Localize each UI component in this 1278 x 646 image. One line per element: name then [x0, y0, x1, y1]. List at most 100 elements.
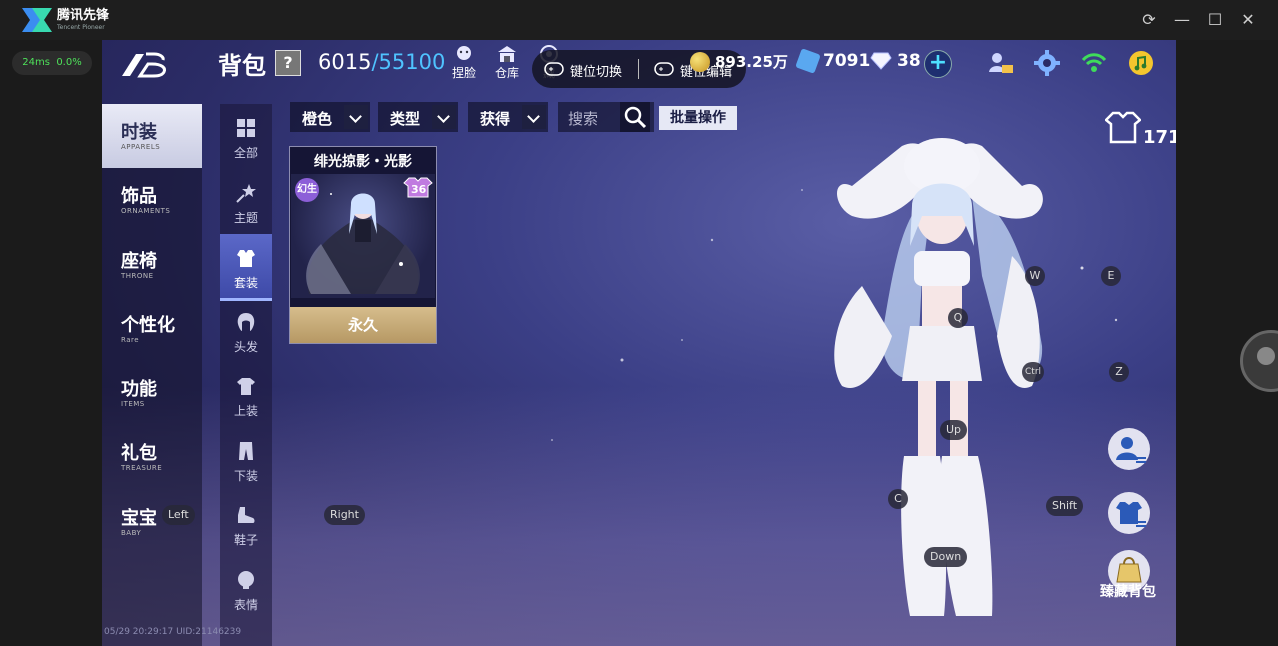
emulator-logo-icon	[22, 8, 52, 32]
color-filter-label: 橙色	[302, 110, 333, 128]
music-icon[interactable]	[1128, 50, 1154, 76]
gold-coin-icon	[690, 51, 710, 72]
emulator-subtitle: Tencent Pioneer	[57, 24, 105, 31]
item-level: 36	[411, 183, 427, 196]
keymap-divider	[638, 59, 639, 79]
wifi-icon	[1081, 53, 1107, 72]
subcategory-expression[interactable]: 表情	[220, 556, 272, 620]
face-edit-button[interactable]: 捏脸	[448, 44, 480, 81]
key-hint-w: W	[1025, 266, 1045, 286]
category-menu: 时装 APPARELS 饰品 ORNAMENTS 座椅 THRONE 个性化 R…	[102, 104, 202, 646]
subcategory-outfit-label: 套装	[233, 276, 258, 290]
minimize-icon[interactable]: —	[1172, 10, 1192, 30]
search-icon[interactable]	[620, 102, 650, 132]
network-ping-badge: 24ms 0.0%	[12, 51, 92, 75]
bag-capacity: 6015/55100	[318, 50, 445, 74]
category-items-en: ITEMS	[121, 400, 145, 408]
item-card[interactable]: 绯光掠影・光影 幻生 36 永久	[289, 146, 437, 344]
subcategory-bottom[interactable]: 下装	[220, 427, 272, 491]
key-hint-right: Right	[324, 505, 365, 525]
game-logo-icon	[122, 52, 166, 78]
swap-character-button[interactable]	[1108, 428, 1150, 470]
crystal-icon	[795, 48, 821, 74]
subcategory-menu: 全部 主题 套装 头发 上装 下装 鞋子 表情	[220, 104, 272, 646]
shirt-icon	[237, 378, 255, 395]
subcategory-theme-label: 主题	[233, 211, 258, 225]
chevron-down-icon	[522, 105, 546, 129]
subcategory-outfit[interactable]: 套装	[220, 234, 272, 301]
category-treasure[interactable]: 礼包 TREASURE	[102, 425, 202, 489]
outfit-count-shirt-icon	[1104, 111, 1142, 144]
packet-loss-value: 0.0%	[56, 57, 82, 68]
category-ornaments[interactable]: 饰品 ORNAMENTS	[102, 168, 202, 232]
pants-icon	[239, 442, 253, 460]
key-hint-ctrl: Ctrl	[1022, 362, 1045, 382]
obtain-filter-label: 获得	[480, 110, 511, 128]
subcategory-all-label: 全部	[233, 146, 258, 160]
category-apparels[interactable]: 时装 APPARELS	[102, 104, 202, 168]
key-hint-left: Left	[162, 505, 195, 525]
subcategory-shoes-label: 鞋子	[233, 533, 258, 547]
emulator-titlebar: 腾讯先锋 Tencent Pioneer ⟳ — ☐ ✕	[0, 0, 1278, 40]
refresh-icon[interactable]: ⟳	[1139, 10, 1159, 30]
category-throne[interactable]: 座椅 THRONE	[102, 233, 202, 297]
close-icon[interactable]: ✕	[1238, 10, 1258, 30]
item-duration: 永久	[290, 307, 436, 343]
obtain-filter-dropdown[interactable]: 获得	[468, 102, 548, 132]
capacity-max: /55100	[371, 50, 446, 74]
keymap-switch-button[interactable]: 键位切换	[570, 61, 622, 80]
gold-value: 893.25万	[715, 53, 788, 71]
key-hint-q: Q	[948, 308, 968, 328]
category-throne-en: THRONE	[121, 272, 154, 280]
key-hint-up: Up	[940, 420, 968, 440]
category-throne-label: 座椅	[121, 251, 157, 272]
star-wand-icon	[236, 184, 256, 203]
hair-icon	[237, 313, 255, 331]
shoe-icon	[238, 507, 255, 523]
capacity-used: 6015	[318, 50, 372, 74]
category-rare[interactable]: 个性化 Rare	[102, 297, 202, 361]
game-viewport: 背包 ? 6015/55100 捏脸 仓库 藏 键位切换 键位编辑	[102, 40, 1176, 646]
key-hint-z: Z	[1109, 362, 1129, 382]
outfit-icon	[237, 250, 255, 267]
key-hint-shift: Shift	[1046, 496, 1084, 516]
recharge-plus-button[interactable]: +	[924, 50, 952, 78]
face-edit-label: 捏脸	[451, 66, 476, 80]
category-baby-label: 宝宝	[121, 508, 157, 529]
subcategory-shoes[interactable]: 鞋子	[220, 491, 272, 555]
gold-currency: 893.25万	[690, 51, 788, 72]
emulator-name: 腾讯先锋	[57, 8, 110, 23]
warehouse-button[interactable]: 仓库	[491, 44, 523, 81]
grid-icon	[237, 119, 255, 137]
color-filter-dropdown[interactable]: 橙色	[290, 102, 370, 132]
subcategory-top[interactable]: 上装	[220, 362, 272, 426]
face-icon	[457, 46, 471, 60]
swap-outfit-button[interactable]	[1108, 492, 1150, 534]
subcategory-all[interactable]: 全部	[220, 104, 272, 168]
category-treasure-label: 礼包	[121, 443, 157, 464]
subcategory-hair[interactable]: 头发	[220, 298, 272, 362]
maximize-icon[interactable]: ☐	[1205, 10, 1225, 30]
swap-outfit-icon	[1116, 502, 1146, 527]
help-button[interactable]: ?	[275, 50, 301, 76]
gamepad-icon	[544, 62, 564, 76]
friends-mail-icon[interactable]	[988, 50, 1014, 76]
settings-gear-icon[interactable]	[1034, 50, 1060, 76]
diamond-currency: 38	[870, 51, 921, 71]
chevron-down-icon	[432, 105, 456, 129]
diamond-value: 38	[897, 51, 921, 71]
subcategory-theme[interactable]: 主题	[220, 169, 272, 233]
category-baby-en: BABY	[121, 529, 142, 537]
category-apparels-en: APPARELS	[121, 143, 161, 151]
category-apparels-label: 时装	[121, 122, 157, 143]
batch-operation-button[interactable]: 批量操作	[659, 106, 737, 130]
crystal-currency: 7091	[795, 48, 870, 74]
category-ornaments-en: ORNAMENTS	[121, 207, 171, 215]
type-filter-dropdown[interactable]: 类型	[378, 102, 458, 132]
category-items[interactable]: 功能 ITEMS	[102, 361, 202, 425]
warehouse-icon	[498, 46, 516, 62]
ping-value: 24ms	[22, 57, 50, 68]
category-rare-en: Rare	[121, 336, 140, 344]
key-hint-e: E	[1101, 266, 1121, 286]
outfit-count-indicator[interactable]: 171	[1104, 110, 1176, 148]
